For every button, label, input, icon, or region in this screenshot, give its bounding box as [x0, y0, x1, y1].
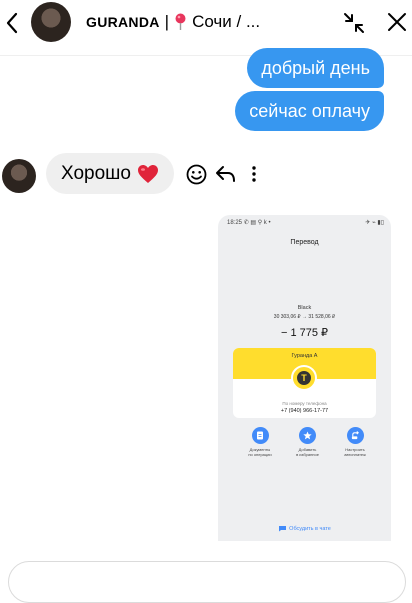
shared-screenshot[interactable]: 18:25 ✆ ▤ ⚲ k • ✈ ⌁ ▮▯ Перевод Black 30 … — [218, 215, 391, 541]
documents-action: Документы по операции — [240, 427, 280, 457]
heart-icon — [137, 164, 158, 183]
more-button[interactable] — [244, 162, 264, 186]
transfer-method: По номеру телефона — [282, 401, 327, 406]
outgoing-message[interactable]: сейчас оплачу — [235, 91, 384, 131]
status-bar: 18:25 ✆ ▤ ⚲ k • ✈ ⌁ ▮▯ — [227, 219, 384, 226]
close-icon — [388, 13, 406, 31]
chat-icon — [279, 526, 287, 532]
favorite-action: Добавить в избранное — [288, 427, 328, 457]
transfer-title: Перевод — [290, 239, 319, 246]
title-separator: | — [164, 12, 170, 31]
username: GURANDA — [86, 14, 160, 30]
autopay-action: Настроить автоплатеж — [335, 427, 375, 457]
chat-header: GURANDA | Сочи / ... — [0, 0, 412, 48]
reply-icon — [216, 166, 235, 182]
balance-change: 30 303,06 ₽ → 31 528,06 ₽ — [273, 314, 336, 320]
reply-button[interactable] — [213, 162, 237, 186]
recipient-name: Гуранда А — [291, 353, 318, 359]
status-right: ✈ ⌁ ▮▯ — [365, 220, 384, 226]
action-label: Настроить автоплатеж — [344, 447, 366, 457]
header-avatar[interactable] — [31, 2, 71, 42]
sender-avatar[interactable] — [2, 159, 36, 193]
recipient-card: Гуранда А T По номеру телефона +7 (940) … — [233, 348, 376, 418]
card-category: Black — [297, 305, 312, 311]
repeat-icon — [351, 431, 359, 440]
back-button[interactable] — [0, 9, 24, 37]
message-composer[interactable] — [8, 561, 406, 603]
message-text: Хорошо — [61, 162, 131, 184]
collapse-arrows-icon — [344, 13, 364, 33]
close-button[interactable] — [384, 9, 410, 35]
location: Сочи / ... — [192, 12, 261, 31]
pin-icon — [175, 13, 186, 30]
outgoing-message[interactable]: добрый день — [247, 48, 384, 88]
action-row: Документы по операции Добавить в избранн… — [240, 427, 375, 457]
more-vertical-icon — [252, 166, 256, 182]
conversation-title[interactable]: GURANDA | Сочи / ... — [86, 12, 260, 32]
action-label: Добавить в избранное — [296, 447, 319, 457]
document-icon — [257, 431, 263, 440]
discuss-in-chat-link: Обсудить в чате — [218, 525, 391, 532]
react-button[interactable] — [184, 162, 208, 186]
bank-logo: T — [291, 365, 317, 391]
incoming-message[interactable]: Хорошо — [46, 153, 174, 194]
status-time: 18:25 — [227, 220, 243, 226]
action-label: Документы по операции — [248, 447, 272, 457]
transfer-amount: − 1 775 ₽ — [280, 327, 329, 339]
status-icons: ✆ ▤ ⚲ k • — [243, 220, 271, 226]
chevron-left-icon — [6, 12, 18, 34]
recipient-phone: +7 (940) 966-17-77 — [280, 408, 329, 414]
star-icon — [303, 431, 312, 440]
collapse-button[interactable] — [341, 10, 367, 36]
smiley-icon — [186, 164, 206, 184]
